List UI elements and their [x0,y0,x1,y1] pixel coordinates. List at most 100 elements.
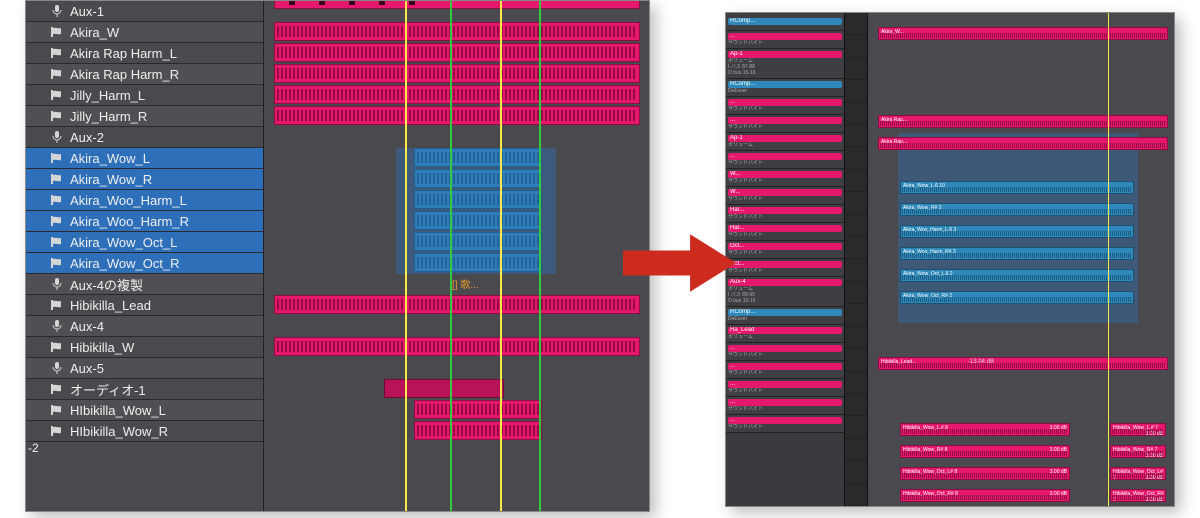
right-track-row[interactable]: Oct...サウンドバイト [726,259,844,277]
audio-clip[interactable]: Hibikilla_Wow_R# 83.00 dB [900,445,1070,458]
track-row[interactable]: Akira Rap Harm_L [26,43,263,64]
track-row[interactable]: Jilly_Harm_L [26,85,263,106]
right-track-row[interactable]: ...サウンドバイト [726,397,844,415]
audio-clip[interactable] [274,43,640,62]
track-row[interactable]: Akira_Woo_Harm_L [26,190,263,211]
track-row[interactable]: Akira_W [26,22,263,43]
audio-clip[interactable]: Akira_Wow_Oct_L.6 2 [900,269,1134,282]
right-track-sublabel: サウンドバイト [728,160,842,166]
audio-clip[interactable]: Akira_Woo_Harm_L.6 3 [900,225,1134,238]
right-timeline[interactable]: Akira_W... Akira Rap... Akira Rap... Akira_… [868,13,1174,506]
audio-clip[interactable]: Hibikilla_Wow_L.# 83.00 dB [900,423,1070,436]
audio-clip[interactable] [274,85,640,104]
right-track-row[interactable]: ...サウンドバイト [726,31,844,49]
right-track-row[interactable]: ...サウンドバイト [726,151,844,169]
audio-clip[interactable]: Hibikilla_Wow_Oct_R# 83.00 dB [900,489,1070,502]
right-track-row[interactable]: Ha_Leadボリューム [726,325,844,343]
audio-clip[interactable] [274,295,640,314]
right-track-sublabel: サウンドバイト [728,424,842,430]
right-track-sublabel: O bus 15-16 [728,70,842,76]
track-row[interactable]: Aux-2 [26,127,263,148]
audio-clip[interactable]: Akira_Wow_Oct_R# 2 [900,291,1134,304]
track-row[interactable]: Akira_Wow_L [26,148,263,169]
right-track-row[interactable]: Aux-4ボリュームI バス 89-90O bus 15-16 [726,277,844,307]
right-track-label: ... [728,363,842,370]
audio-clip[interactable]: Akira_Woo_Harm_R# 3 [900,247,1134,260]
track-row[interactable]: Hibikilla_Lead [26,295,263,316]
audio-clip[interactable]: Akira_Wow_L.6 10 [900,181,1134,194]
right-track-row[interactable]: Ap-1ボリューム [726,133,844,151]
flag-icon [50,237,64,247]
right-track-sublabel: サウンドバイト [728,178,842,184]
track-row[interactable]: Akira Rap Harm_R [26,64,263,85]
flag-icon [50,27,64,37]
track-row[interactable]: Hibikilla_W [26,337,263,358]
track-row[interactable]: HIbikilla_Wow_R [26,421,263,442]
audio-clip[interactable] [414,421,542,440]
left-timeline[interactable]: [] 歌... [264,1,649,511]
audio-clip[interactable]: Akira Rap... [878,115,1168,128]
right-track-row[interactable]: ...サウンドバイト [726,361,844,379]
right-track-label: Aux-4 [728,279,842,286]
meter-cell [845,439,867,461]
track-row[interactable]: Akira_Wow_Oct_R [26,253,263,274]
right-track-row[interactable]: RComp... [726,13,844,31]
locator-yellow[interactable] [500,1,502,511]
audio-clip[interactable]: Hibikilla_Wow_Oct_L# 73.00 dB [1110,467,1166,480]
track-row[interactable]: オーディオ-1 [26,379,263,400]
right-track-row[interactable]: Har...サウンドバイト [726,223,844,241]
track-name: Akira_Wow_R [70,172,152,187]
track-row[interactable]: Jilly_Harm_R [26,106,263,127]
audio-clip[interactable]: Akira_Wow_R# 2 [900,203,1134,216]
right-track-row[interactable]: W...サウンドバイト [726,169,844,187]
right-track-row[interactable]: ...サウンドバイト [726,415,844,433]
meter-cell [845,304,867,326]
audio-clip[interactable] [414,400,542,419]
track-row[interactable]: HIbikilla_Wow_L [26,400,263,421]
right-track-row[interactable]: Ap-1ボリュームI バス 87-88O bus 15-16 [726,49,844,79]
audio-clip[interactable] [274,106,640,125]
right-track-row[interactable]: ...サウンドバイト [726,97,844,115]
locator-yellow[interactable] [1108,13,1109,506]
audio-clip[interactable]: Hibikilla_Wow_R# 73.00 dB [1110,445,1166,458]
track-row[interactable]: Akira_Woo_Harm_R [26,211,263,232]
locator-green[interactable] [450,1,452,511]
right-track-row[interactable]: W...サウンドバイト [726,187,844,205]
audio-clip[interactable]: Hibikilla_Lead... [878,357,1168,370]
track-row[interactable]: Aux-4 [26,316,263,337]
right-track-row[interactable]: Oct...サウンドバイト [726,241,844,259]
flag-icon [50,342,64,352]
right-track-row[interactable]: RComp...DeEsser [726,307,844,325]
right-track-row[interactable]: Har...サウンドバイト [726,205,844,223]
audio-clip[interactable] [384,379,504,398]
locator-yellow[interactable] [405,1,407,511]
track-row[interactable]: Akira_Wow_R [26,169,263,190]
track-row[interactable]: Akira_Wow_Oct_L [26,232,263,253]
track-row[interactable]: Aux-5 [26,358,263,379]
right-track-row[interactable]: ...サウンドバイト [726,343,844,361]
track-row[interactable]: Aux-1 [26,1,263,22]
track-row[interactable]: Aux-4の複製 [26,274,263,295]
audio-clip[interactable]: Hibikilla_Wow_Oct_R# 73.00 dB [1110,489,1166,502]
right-track-label: ... [728,381,842,388]
right-track-label: ... [728,153,842,160]
locator-green[interactable] [539,1,541,511]
right-track-sublabel: ボリューム [728,142,842,148]
audio-clip[interactable]: Akira Rap... [878,137,1168,150]
right-track-sublabel: サウンドバイト [728,232,842,238]
right-track-row[interactable]: ...サウンドバイト [726,115,844,133]
right-track-row[interactable]: ...サウンドバイト [726,379,844,397]
audio-clip[interactable]: Akira_W... [878,27,1168,40]
audio-clip[interactable] [274,22,640,41]
right-track-label: ... [728,417,842,424]
meter-cell [845,147,867,169]
audio-clip[interactable] [274,337,640,356]
marker-label: [] 歌... [452,276,479,291]
audio-clip[interactable]: Hibikilla_Wow_L.# 73.00 dB [1110,423,1166,436]
audio-clip[interactable] [274,1,640,9]
right-track-row[interactable]: RComp...DeEsser [726,79,844,97]
audio-clip[interactable]: Hibikilla_Wow_Oct_L# 83.00 dB [900,467,1070,480]
selection-region[interactable] [396,148,556,274]
audio-clip[interactable] [274,64,640,83]
left-daw-screenshot: Aux-1Akira_WAkira Rap Harm_LAkira Rap Ha… [25,0,650,512]
